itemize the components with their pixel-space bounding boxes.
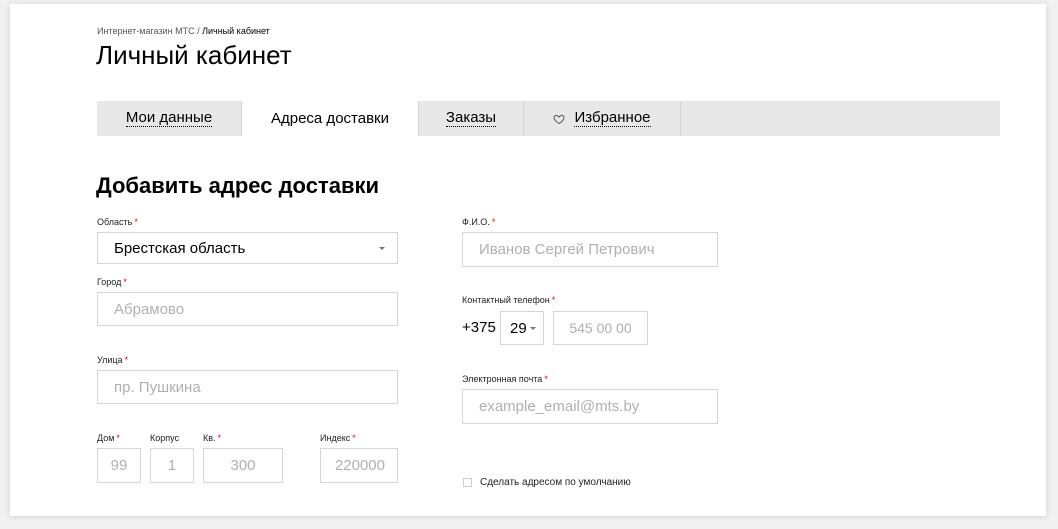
breadcrumb-separator: / (194, 26, 203, 36)
tab-favorites-label: Избранное (574, 109, 651, 127)
street-label: Улица * (97, 355, 129, 365)
apartment-label: Кв. * (203, 433, 222, 443)
caret-down-icon (530, 327, 536, 330)
region-select-value: Брестская область (114, 239, 246, 257)
default-address-label[interactable]: Сделать адресом по умолчанию (480, 477, 631, 488)
account-tabs: Мои данные Адреса доставки Заказы Избран… (97, 101, 1000, 136)
tab-divider (680, 101, 681, 136)
apartment-input[interactable]: 300 (203, 448, 283, 483)
tab-orders-label: Заказы (445, 109, 497, 127)
page-title: Личный кабинет (96, 40, 292, 70)
tab-orders[interactable]: Заказы (419, 101, 523, 136)
postcode-input[interactable]: 220000 (320, 448, 398, 483)
email-input[interactable]: example_email@mts.by (462, 389, 718, 424)
tab-delivery-addresses-label: Адреса доставки (270, 109, 389, 127)
postcode-label: Индекс * (320, 433, 356, 443)
region-select[interactable]: Брестская область (97, 232, 398, 264)
tab-favorites[interactable]: Избранное (524, 101, 680, 136)
phone-number-input[interactable]: 545 00 00 (553, 311, 648, 345)
phone-operator-select[interactable]: 29 (500, 311, 544, 345)
tab-my-data[interactable]: Мои данные (97, 101, 241, 136)
full-name-label: Ф.И.О. * (462, 217, 496, 227)
house-label: Дом * (97, 433, 120, 443)
breadcrumb: Интернет-магазин МТС / Личный кабинет (97, 26, 270, 36)
full-name-input[interactable]: Иванов Сергей Петрович (462, 232, 718, 267)
city-label: Город * (97, 277, 127, 287)
tab-my-data-label: Мои данные (125, 109, 213, 127)
city-input[interactable]: Абрамово (97, 292, 398, 326)
phone-operator-value: 29 (510, 319, 527, 337)
tab-delivery-addresses[interactable]: Адреса доставки (242, 101, 418, 136)
house-input[interactable]: 99 (97, 448, 141, 483)
building-input[interactable]: 1 (150, 448, 194, 483)
section-title-add-address: Добавить адрес доставки (96, 173, 380, 198)
caret-down-icon (379, 247, 385, 250)
breadcrumb-link-shop[interactable]: Интернет-магазин МТС (97, 26, 195, 36)
default-address-checkbox[interactable] (463, 478, 472, 487)
breadcrumb-current: Личный кабинет (202, 26, 270, 36)
building-label: Корпус (150, 433, 180, 443)
email-label: Электронная почта * (462, 374, 548, 384)
phone-label: Контактный телефон * (462, 295, 556, 305)
street-input[interactable]: пр. Пушкина (97, 370, 398, 404)
phone-country-code: +375 (462, 319, 496, 336)
heart-outline-icon (553, 114, 566, 124)
region-label: Область * (97, 217, 138, 227)
